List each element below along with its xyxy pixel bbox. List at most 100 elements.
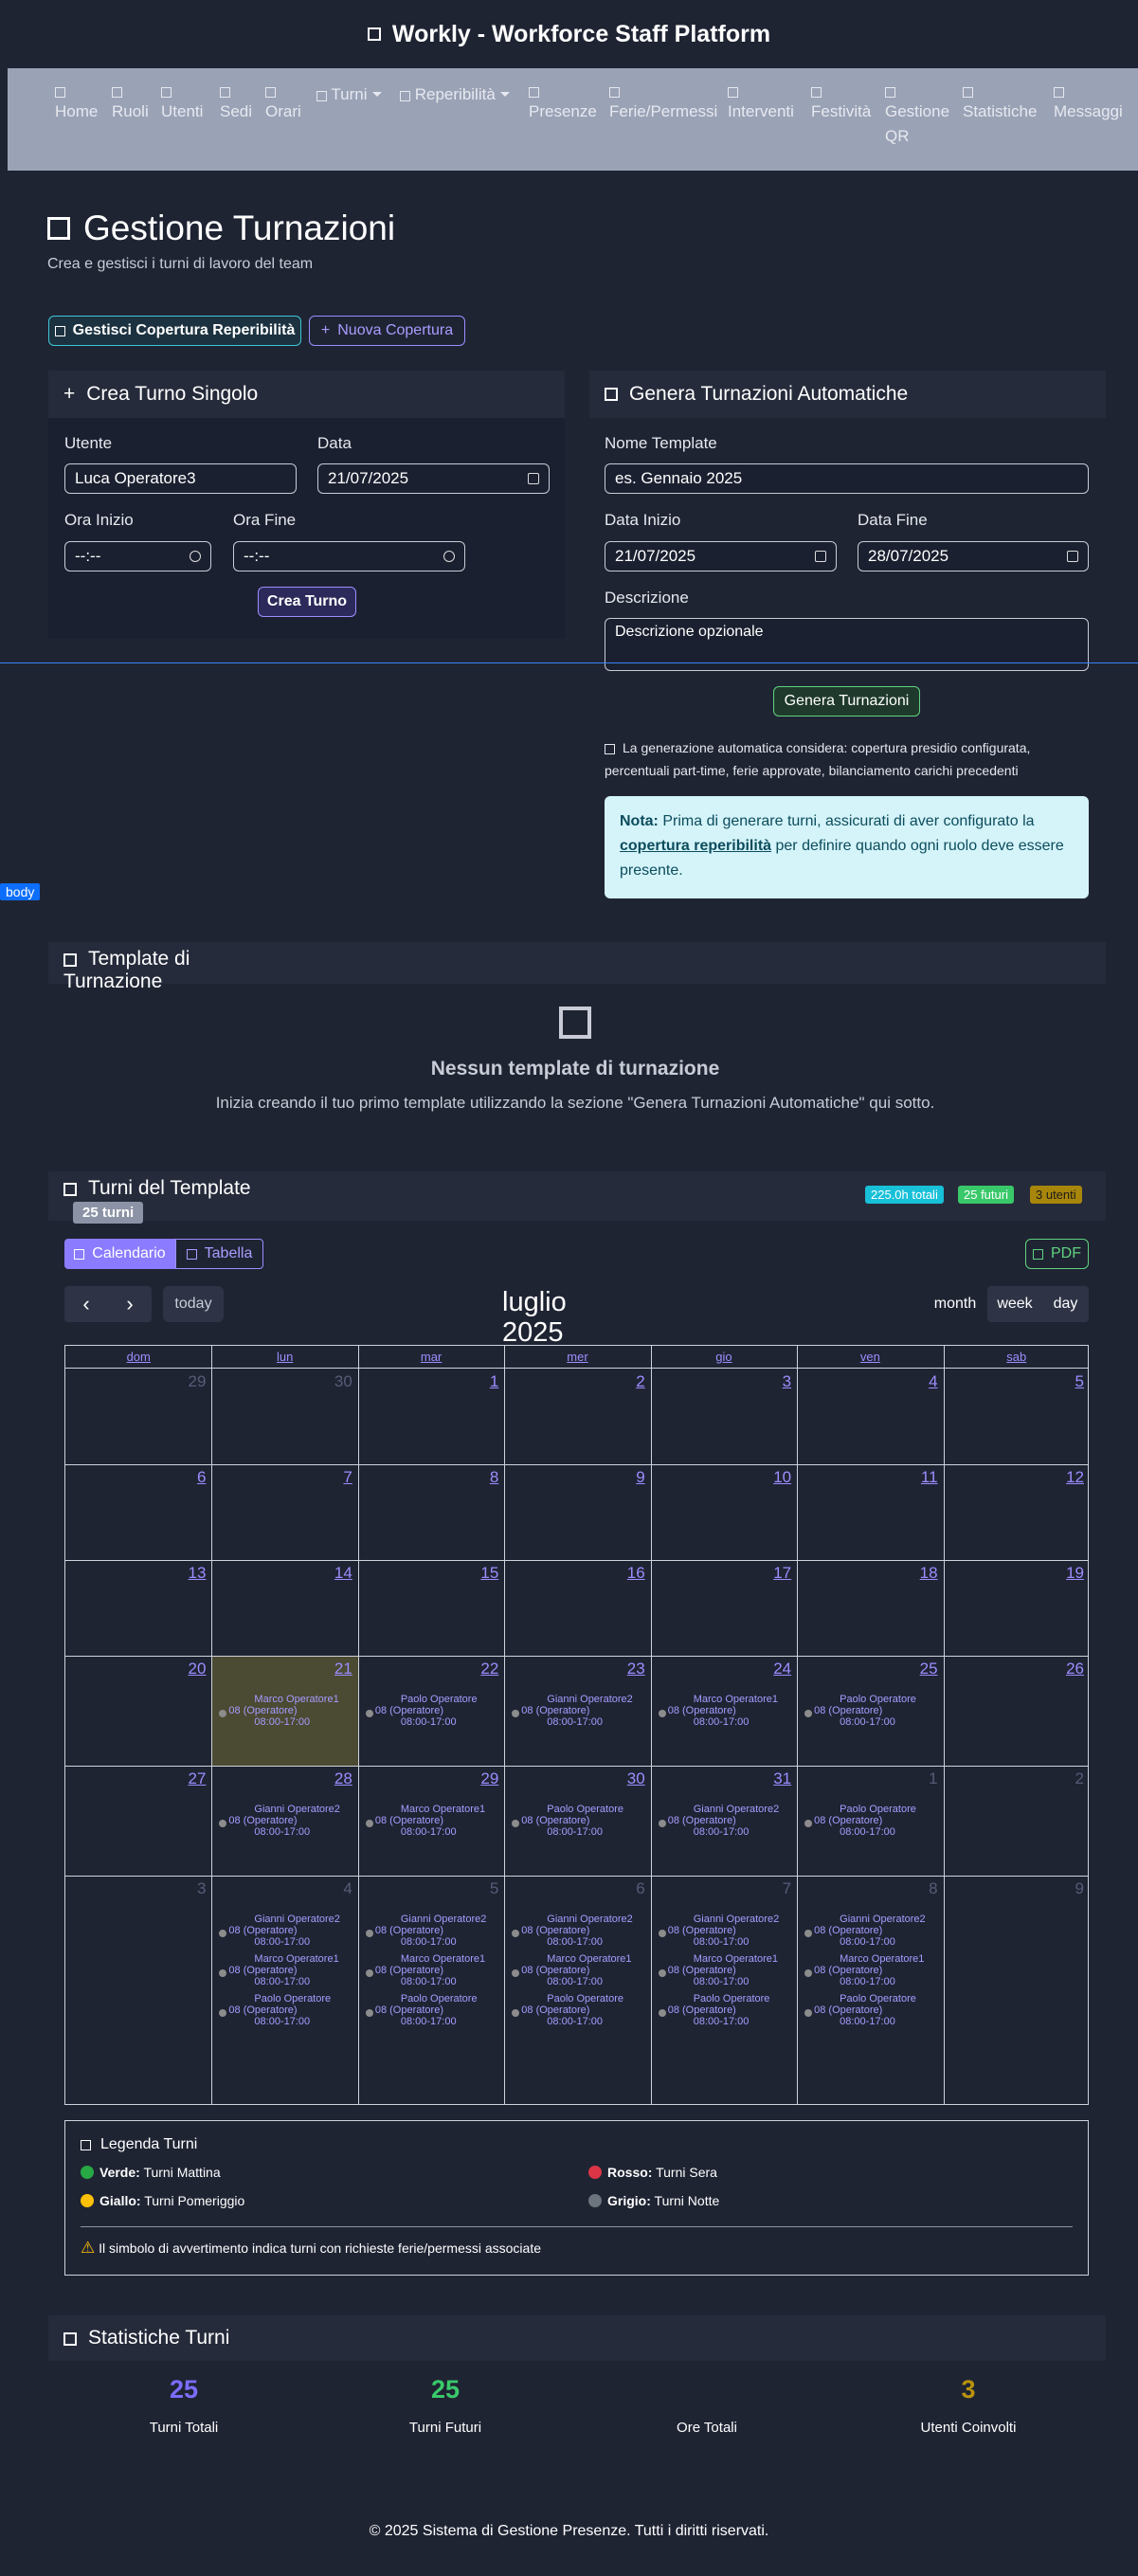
new-coverage-button[interactable]: + Nuova Copertura [309,316,465,346]
day-header[interactable]: lun [211,1346,357,1369]
nav-ruoli[interactable]: Ruoli [112,87,149,124]
day-number[interactable]: 11 [910,1468,938,1487]
shift-event[interactable]: Gianni Operatore2 08 (Operatore) 08:00-17:… [365,1914,498,1948]
generate-shifts-button[interactable]: Genera Turnazioni [773,686,920,717]
shift-event[interactable]: Gianni Operatore2 08 (Operatore) 08:00-17:… [512,1914,644,1948]
shift-event[interactable]: Paolo Operatore 08 (Operatore) 08:00-17:00 [804,1694,937,1728]
day-number[interactable]: 1 [910,1769,937,1788]
view-table-button[interactable]: Tabella [175,1239,263,1269]
day-number[interactable]: 5 [1056,1372,1084,1391]
manage-coverage-button[interactable]: Gestisci Copertura Reperibilità [48,316,301,346]
prev-button[interactable]: ‹ [64,1292,108,1316]
day-number[interactable]: 10 [763,1468,791,1487]
shift-event[interactable]: Paolo Operatore 08 (Operatore) 08:00-17:00 [804,1993,937,2027]
day-number[interactable]: 8 [470,1468,498,1487]
view-calendar-button[interactable]: Calendario [64,1239,175,1269]
day-number[interactable]: 2 [1056,1769,1084,1788]
day-number[interactable]: 30 [324,1372,352,1391]
shift-event[interactable]: Gianni Operatore2 08 (Operatore) 08:00-17:… [512,1694,644,1728]
shift-event[interactable]: Marco Operatore1 08 (Operatore) 08:00-17:0… [219,1694,352,1728]
nav-orari[interactable]: Orari [265,87,301,124]
day-number[interactable]: 13 [177,1564,207,1583]
day-number[interactable]: 31 [763,1769,791,1788]
day-number[interactable]: 3 [763,1372,791,1391]
day-number[interactable]: 6 [177,1468,206,1487]
day-number[interactable]: 20 [177,1660,207,1678]
day-number[interactable]: 21 [324,1660,352,1678]
day-number[interactable]: 15 [470,1564,498,1583]
day-number[interactable]: 8 [910,1879,937,1898]
day-number[interactable]: 29 [470,1769,498,1788]
day-number[interactable]: 24 [763,1660,791,1678]
shift-event[interactable]: Paolo Operatore 08 (Operatore) 08:00-17:00 [219,1993,352,2027]
nav-turni-dropdown[interactable]: Turni [316,85,382,104]
day-number[interactable]: 22 [470,1660,498,1678]
user-select[interactable]: Luca Operatore3 [64,463,297,494]
nav-statistiche[interactable]: Statistiche [963,87,1037,124]
shift-event[interactable]: Gianni Operatore2 08 (Operatore) 08:00-17:… [219,1914,352,1948]
day-header[interactable]: mer [504,1346,650,1369]
day-number[interactable]: 1 [470,1372,498,1391]
end-date-input[interactable]: 28/07/2025 [858,541,1089,571]
day-number[interactable]: 9 [617,1468,644,1487]
shift-event[interactable]: Paolo Operatore 08 (Operatore) 08:00-17:00 [512,1993,644,2027]
day-number[interactable]: 4 [324,1879,352,1898]
day-header[interactable]: gio [651,1346,797,1369]
day-number[interactable]: 17 [763,1564,791,1583]
day-number[interactable]: 12 [1056,1468,1084,1487]
shift-event[interactable]: Gianni Operatore2 08 (Operatore) 08:00-17:… [658,1914,791,1948]
day-number[interactable]: 2 [617,1372,644,1391]
day-number[interactable]: 29 [177,1372,207,1391]
day-number[interactable]: 18 [910,1564,938,1583]
day-number[interactable]: 4 [910,1372,937,1391]
nav-ferie[interactable]: Ferie/Permessi [609,87,717,124]
end-time-input[interactable]: --:-- [233,541,465,571]
day-number[interactable]: 28 [324,1769,352,1788]
week-view-button[interactable]: week [987,1286,1042,1322]
nav-festivita[interactable]: Festività [811,87,871,124]
start-date-input[interactable]: 21/07/2025 [605,541,837,571]
nav-interventi[interactable]: Interventi [728,87,794,124]
day-number[interactable]: 25 [910,1660,938,1678]
day-number[interactable]: 7 [763,1879,791,1898]
shift-event[interactable]: Paolo Operatore 08 (Operatore) 08:00-17:00 [365,1694,498,1728]
calendar-picker-icon[interactable] [528,473,539,484]
pdf-button[interactable]: PDF [1025,1239,1089,1269]
shift-event[interactable]: Paolo Operatore 08 (Operatore) 08:00-17:00 [658,1993,791,2027]
day-number[interactable]: 3 [177,1879,206,1898]
month-view-button[interactable]: month [923,1286,987,1322]
shift-event[interactable]: Marco Operatore1 08 (Operatore) 08:00-17:0… [365,1804,498,1838]
shift-event[interactable]: Gianni Operatore2 08 (Operatore) 08:00-17:… [804,1914,937,1948]
day-header[interactable]: mar [358,1346,504,1369]
nav-gestione-qr[interactable]: Gestione QR [885,87,949,149]
nav-messaggi[interactable]: Messaggi [1054,87,1123,124]
day-number[interactable]: 14 [324,1564,352,1583]
calendar-picker-icon[interactable] [1067,551,1078,562]
coverage-link[interactable]: copertura reperibilità [620,838,771,854]
day-number[interactable]: 6 [617,1879,644,1898]
shift-event[interactable]: Paolo Operatore 08 (Operatore) 08:00-17:00 [512,1804,644,1838]
day-header[interactable]: sab [944,1346,1090,1369]
day-number[interactable]: 30 [617,1769,645,1788]
nav-utenti[interactable]: Utenti [161,87,203,124]
day-number[interactable]: 27 [177,1769,207,1788]
shift-event[interactable]: Paolo Operatore 08 (Operatore) 08:00-17:00 [365,1993,498,2027]
shift-event[interactable]: Marco Operatore1 08 (Operatore) 08:00-17:0… [658,1694,791,1728]
nav-presenze[interactable]: Presenze [529,87,597,124]
day-number[interactable]: 9 [1056,1879,1084,1898]
clock-icon[interactable] [443,551,455,562]
today-button[interactable]: today [163,1286,224,1322]
day-number[interactable]: 5 [470,1879,498,1898]
day-header[interactable]: ven [797,1346,943,1369]
shift-event[interactable]: Gianni Operatore2 08 (Operatore) 08:00-17:… [658,1804,791,1838]
shift-event[interactable]: Marco Operatore1 08 (Operatore) 08:00-17:0… [804,1953,937,1987]
day-view-button[interactable]: day [1042,1286,1089,1322]
next-button[interactable]: › [108,1292,152,1316]
shift-event[interactable]: Paolo Operatore 08 (Operatore) 08:00-17:00 [804,1804,937,1838]
day-number[interactable]: 23 [617,1660,645,1678]
day-number[interactable]: 16 [617,1564,645,1583]
start-time-input[interactable]: --:-- [64,541,211,571]
day-number[interactable]: 26 [1056,1660,1084,1678]
shift-event[interactable]: Gianni Operatore2 08 (Operatore) 08:00-17:… [219,1804,352,1838]
calendar-picker-icon[interactable] [815,551,826,562]
